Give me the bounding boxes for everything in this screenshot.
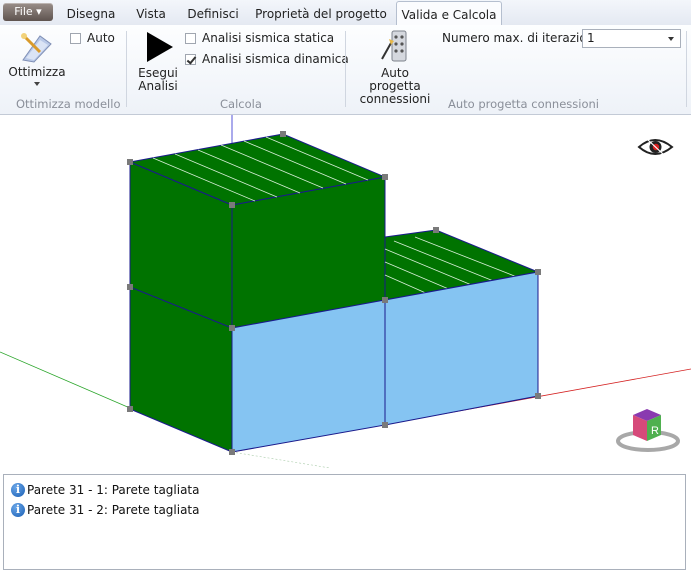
visibility-toggle-icon[interactable]	[637, 138, 674, 156]
group-separator	[686, 31, 687, 107]
navigation-cube-icon[interactable]: R	[616, 409, 680, 452]
chevron-down-icon	[668, 37, 674, 41]
tab-vista[interactable]: Vista	[128, 0, 174, 25]
dynamic-analysis-label: Analisi sismica dinamica	[202, 52, 349, 66]
group-separator	[345, 31, 346, 107]
play-icon[interactable]	[145, 31, 175, 63]
message-console[interactable]: i Parete 31 - 1: Parete tagliata i Paret…	[3, 474, 686, 570]
auto-checkbox[interactable]	[70, 32, 81, 44]
info-icon: i	[11, 483, 25, 497]
group-label-calcola: Calcola	[220, 97, 262, 111]
optimize-icon[interactable]	[20, 30, 54, 64]
group-label-ottimizza: Ottimizza modello	[16, 97, 121, 111]
ribbon: Ottimizza Auto Ottimizza modello Esegui …	[0, 25, 691, 115]
auto-connection-icon[interactable]	[380, 29, 412, 63]
log-message-text: Parete 31 - 1: Parete tagliata	[27, 483, 200, 497]
group-separator	[126, 31, 127, 107]
iterations-select[interactable]: 1	[582, 29, 681, 48]
tab-definisci[interactable]: Definisci	[183, 0, 243, 25]
group-label-connessioni: Auto progetta connessioni	[448, 97, 599, 111]
iterations-label: Numero max. di iterazioni	[442, 31, 598, 45]
tab-bar: File ▾ Disegna Vista Definisci Proprietà…	[0, 0, 691, 27]
optimize-dropdown-arrow-icon[interactable]	[34, 82, 40, 86]
tab-valida-calcola[interactable]: Valida e Calcola	[396, 1, 502, 27]
dynamic-analysis-row[interactable]: Analisi sismica dinamica	[185, 51, 349, 67]
file-menu-button[interactable]: File ▾	[3, 3, 53, 21]
auto-label: Auto	[87, 31, 115, 45]
auto-connection-button-label[interactable]: Auto progetta connessioni	[354, 67, 436, 106]
axis-dashed-line	[231, 451, 331, 469]
log-item[interactable]: i Parete 31 - 2: Parete tagliata	[11, 501, 200, 519]
run-analysis-line2: Analisi	[138, 79, 178, 93]
static-analysis-row[interactable]: Analisi sismica statica	[185, 30, 334, 46]
info-icon: i	[11, 503, 25, 517]
auto-connection-line1: Auto progetta	[369, 66, 421, 93]
tab-proprieta-progetto[interactable]: Proprietà del progetto	[254, 0, 388, 25]
tab-disegna[interactable]: Disegna	[60, 0, 122, 25]
iterations-value: 1	[587, 31, 595, 45]
log-item[interactable]: i Parete 31 - 1: Parete tagliata	[11, 481, 200, 499]
optimize-button-label[interactable]: Ottimizza	[8, 66, 66, 79]
static-analysis-label: Analisi sismica statica	[202, 31, 335, 45]
3d-model-canvas[interactable]: R	[0, 115, 691, 469]
nav-cube-label: R	[651, 425, 659, 437]
run-analysis-button-label[interactable]: Esegui Analisi	[134, 67, 182, 93]
log-message-text: Parete 31 - 2: Parete tagliata	[27, 503, 200, 517]
file-menu-label: File	[14, 5, 33, 18]
static-analysis-checkbox[interactable]	[185, 32, 196, 44]
auto-checkbox-row[interactable]: Auto	[70, 30, 115, 46]
dynamic-analysis-checkbox[interactable]	[185, 53, 196, 65]
auto-connection-line2: connessioni	[359, 92, 431, 106]
3d-viewport[interactable]: R	[0, 115, 691, 469]
